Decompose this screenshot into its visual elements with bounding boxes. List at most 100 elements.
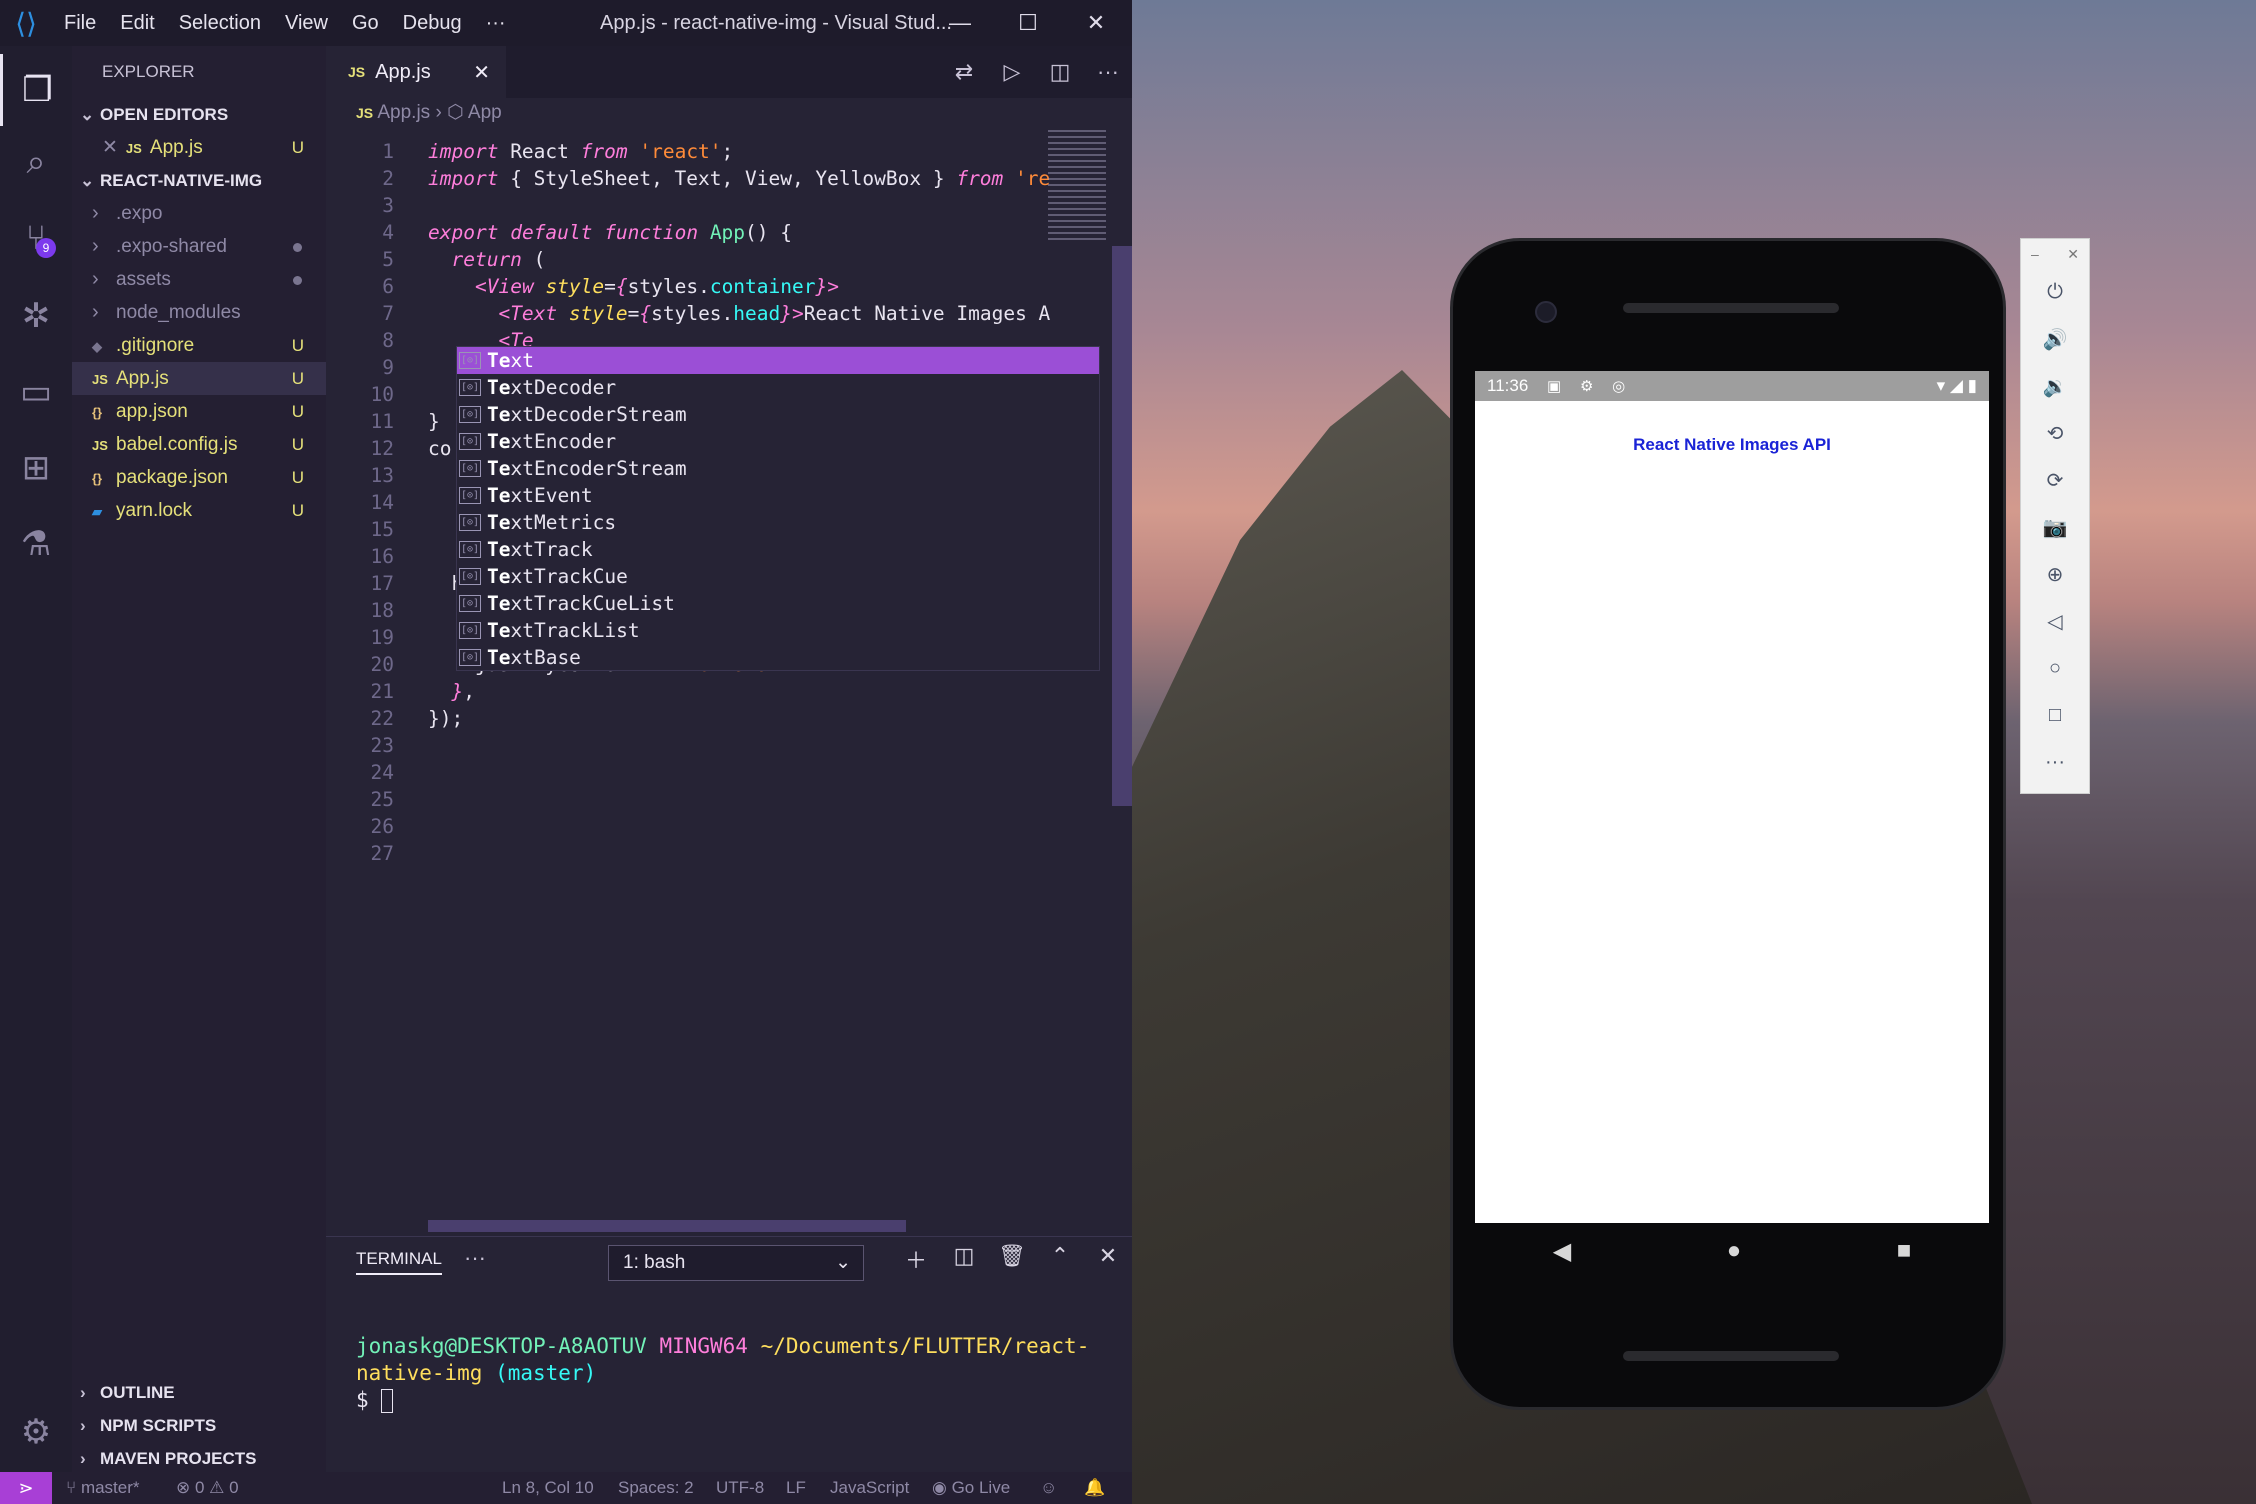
close-panel-icon[interactable]: ✕ [1084, 1243, 1132, 1275]
search-icon[interactable]: ⌕ [0, 126, 72, 198]
explorer-icon[interactable]: ❐ [0, 54, 72, 126]
remote-icon[interactable]: ⋗ [0, 1472, 52, 1504]
split-terminal-icon[interactable]: ◫ [940, 1243, 988, 1275]
new-terminal-icon[interactable]: ＋ [892, 1243, 940, 1275]
settings-gear-icon[interactable]: ⚙ [0, 1396, 72, 1468]
trash-icon[interactable]: 🗑 [988, 1243, 1036, 1275]
menu-item[interactable]: Edit [108, 12, 166, 34]
js-file-icon: JS [125, 141, 142, 156]
rotate-right-icon[interactable]: ⟳ [2021, 457, 2089, 504]
project-section[interactable]: ⌄ REACT-NATIVE-IMG [72, 164, 326, 197]
suggestion-item[interactable]: [⊙] TextEncoder [457, 428, 1099, 455]
vertical-scrollbar[interactable] [1112, 246, 1132, 806]
tab-app-js[interactable]: JS App.js ✕ [326, 46, 506, 98]
close-tab-icon[interactable]: ✕ [473, 60, 490, 85]
back-icon[interactable]: ◁ [2021, 598, 2089, 645]
file-tree-item[interactable]: JS babel.config.js U [72, 428, 326, 461]
zoom-icon[interactable]: ⊕ [2021, 551, 2089, 598]
variable-icon: [⊙] [459, 595, 481, 612]
suggestion-item[interactable]: [⊙] TextDecoderStream [457, 401, 1099, 428]
overview-icon[interactable]: □ [2021, 692, 2089, 739]
horizontal-scrollbar[interactable] [428, 1220, 906, 1232]
encoding[interactable]: UTF-8 [716, 1478, 764, 1498]
open-editors-section[interactable]: ⌄ OPEN EDITORS [72, 98, 326, 131]
suggestion-item[interactable]: [⊙] TextEncoderStream [457, 455, 1099, 482]
run-icon[interactable]: ▷ [988, 59, 1036, 85]
terminal-select[interactable]: 1: bash ⌄ [608, 1245, 864, 1281]
maximize-panel-icon[interactable]: ⌃ [1036, 1243, 1084, 1275]
extensions-icon[interactable]: ⊞ [0, 432, 72, 504]
cursor-position[interactable]: Ln 8, Col 10 [502, 1478, 594, 1498]
recents-icon[interactable]: ■ [1897, 1237, 1912, 1265]
testing-icon[interactable]: ⚗ [0, 508, 72, 580]
file-tree-item[interactable]: {} app.json U [72, 395, 326, 428]
indentation[interactable]: Spaces: 2 [618, 1478, 694, 1498]
suggestion-item[interactable]: [⊙] TextBase [457, 644, 1099, 671]
menu-item[interactable]: Selection [167, 12, 273, 34]
go-live[interactable]: ◉ Go Live [932, 1478, 1010, 1498]
file-tree-item[interactable]: › .expo [72, 197, 326, 230]
power-icon[interactable]: ⏻ [2021, 269, 2089, 316]
minimize-icon[interactable]: – [2031, 246, 2039, 262]
split-editor-icon[interactable]: ◫ [1036, 59, 1084, 85]
file-tree-item[interactable]: JS App.js U [72, 362, 326, 395]
file-tree-item[interactable]: › .expo-shared [72, 230, 326, 263]
terminal-output[interactable]: jonaskg@DESKTOP-A8AOTUV MINGW64 ~/Docume… [356, 1333, 1126, 1414]
maximize-button[interactable]: ☐ [994, 0, 1062, 46]
suggestion-item[interactable]: [⊙] TextMetrics [457, 509, 1099, 536]
open-editor-item[interactable]: ✕ JS App.js U [72, 131, 326, 164]
more-panels-icon[interactable]: ··· [464, 1245, 486, 1271]
sidebar-section[interactable]: › NPM SCRIPTS [72, 1409, 326, 1442]
suggestion-item[interactable]: [⊙] TextTrack [457, 536, 1099, 563]
menu-item[interactable]: ··· [474, 12, 518, 34]
menu-item[interactable]: View [273, 12, 340, 34]
remote-explorer-icon[interactable]: ▭ [0, 356, 72, 428]
back-icon[interactable]: ◀ [1553, 1237, 1571, 1266]
sidebar-section[interactable]: › OUTLINE [72, 1376, 326, 1409]
line-ending[interactable]: LF [786, 1478, 806, 1498]
problems-status[interactable]: ⊗ 0 ⚠ 0 [176, 1478, 239, 1498]
file-tree-item[interactable]: › assets [72, 263, 326, 296]
suggestion-item[interactable]: [⊙] TextTrackCue [457, 563, 1099, 590]
close-icon[interactable]: ✕ [2067, 246, 2079, 263]
home-icon[interactable]: ● [1727, 1237, 1742, 1265]
compare-icon[interactable]: ⇄ [940, 59, 988, 85]
menu-item[interactable]: Debug [391, 12, 474, 34]
suggestion-item[interactable]: [⊙] TextTrackList [457, 617, 1099, 644]
breadcrumb-file[interactable]: App.js [377, 102, 430, 123]
debug-icon[interactable]: ✲ [0, 280, 72, 352]
branch-status[interactable]: ⑂ master* [66, 1478, 140, 1498]
suggestion-item[interactable]: [⊙] TextDecoder [457, 374, 1099, 401]
sidebar-section[interactable]: › MAVEN PROJECTS [72, 1442, 326, 1475]
emulator-screen[interactable]: 11:36 ▣ ⚙ ◎ ▾ ◢ ▮ React Native Images AP… [1475, 371, 1989, 1223]
minimap[interactable] [1048, 130, 1106, 240]
close-icon[interactable]: ✕ [102, 137, 118, 158]
language-mode[interactable]: JavaScript [830, 1478, 909, 1498]
more-icon[interactable]: ··· [2021, 739, 2089, 786]
close-button[interactable]: ✕ [1062, 0, 1130, 46]
file-tree-item[interactable]: {} package.json U [72, 461, 326, 494]
file-tree-item[interactable]: › node_modules [72, 296, 326, 329]
rotate-left-icon[interactable]: ⟲ [2021, 410, 2089, 457]
feedback-icon[interactable]: ☺ [1040, 1478, 1057, 1498]
suggestion-item[interactable]: [⊙] Text [457, 347, 1099, 374]
menu-item[interactable]: File [52, 12, 108, 34]
notifications-icon[interactable]: 🔔 [1084, 1478, 1105, 1498]
file-tree-item[interactable]: ◆ .gitignore U [72, 329, 326, 362]
camera-icon[interactable]: 📷 [2021, 504, 2089, 551]
source-control-icon[interactable]: ⑂ 9 [0, 202, 72, 274]
menu-item[interactable]: Go [340, 12, 391, 34]
match-highlight: Te [487, 376, 511, 399]
breadcrumb-symbol[interactable]: App [468, 102, 502, 123]
chevron-right-icon: › [80, 1383, 86, 1402]
more-actions-icon[interactable]: ··· [1084, 59, 1132, 85]
volume-up-icon[interactable]: 🔊 [2021, 316, 2089, 363]
minimize-button[interactable]: — [926, 0, 994, 46]
tab-terminal[interactable]: TERMINAL [356, 1249, 442, 1275]
line-number: 4 [382, 221, 394, 244]
file-tree-item[interactable]: ▰ yarn.lock U [72, 494, 326, 527]
volume-down-icon[interactable]: 🔉 [2021, 363, 2089, 410]
home-icon[interactable]: ○ [2021, 645, 2089, 692]
suggestion-item[interactable]: [⊙] TextEvent [457, 482, 1099, 509]
suggestion-item[interactable]: [⊙] TextTrackCueList [457, 590, 1099, 617]
